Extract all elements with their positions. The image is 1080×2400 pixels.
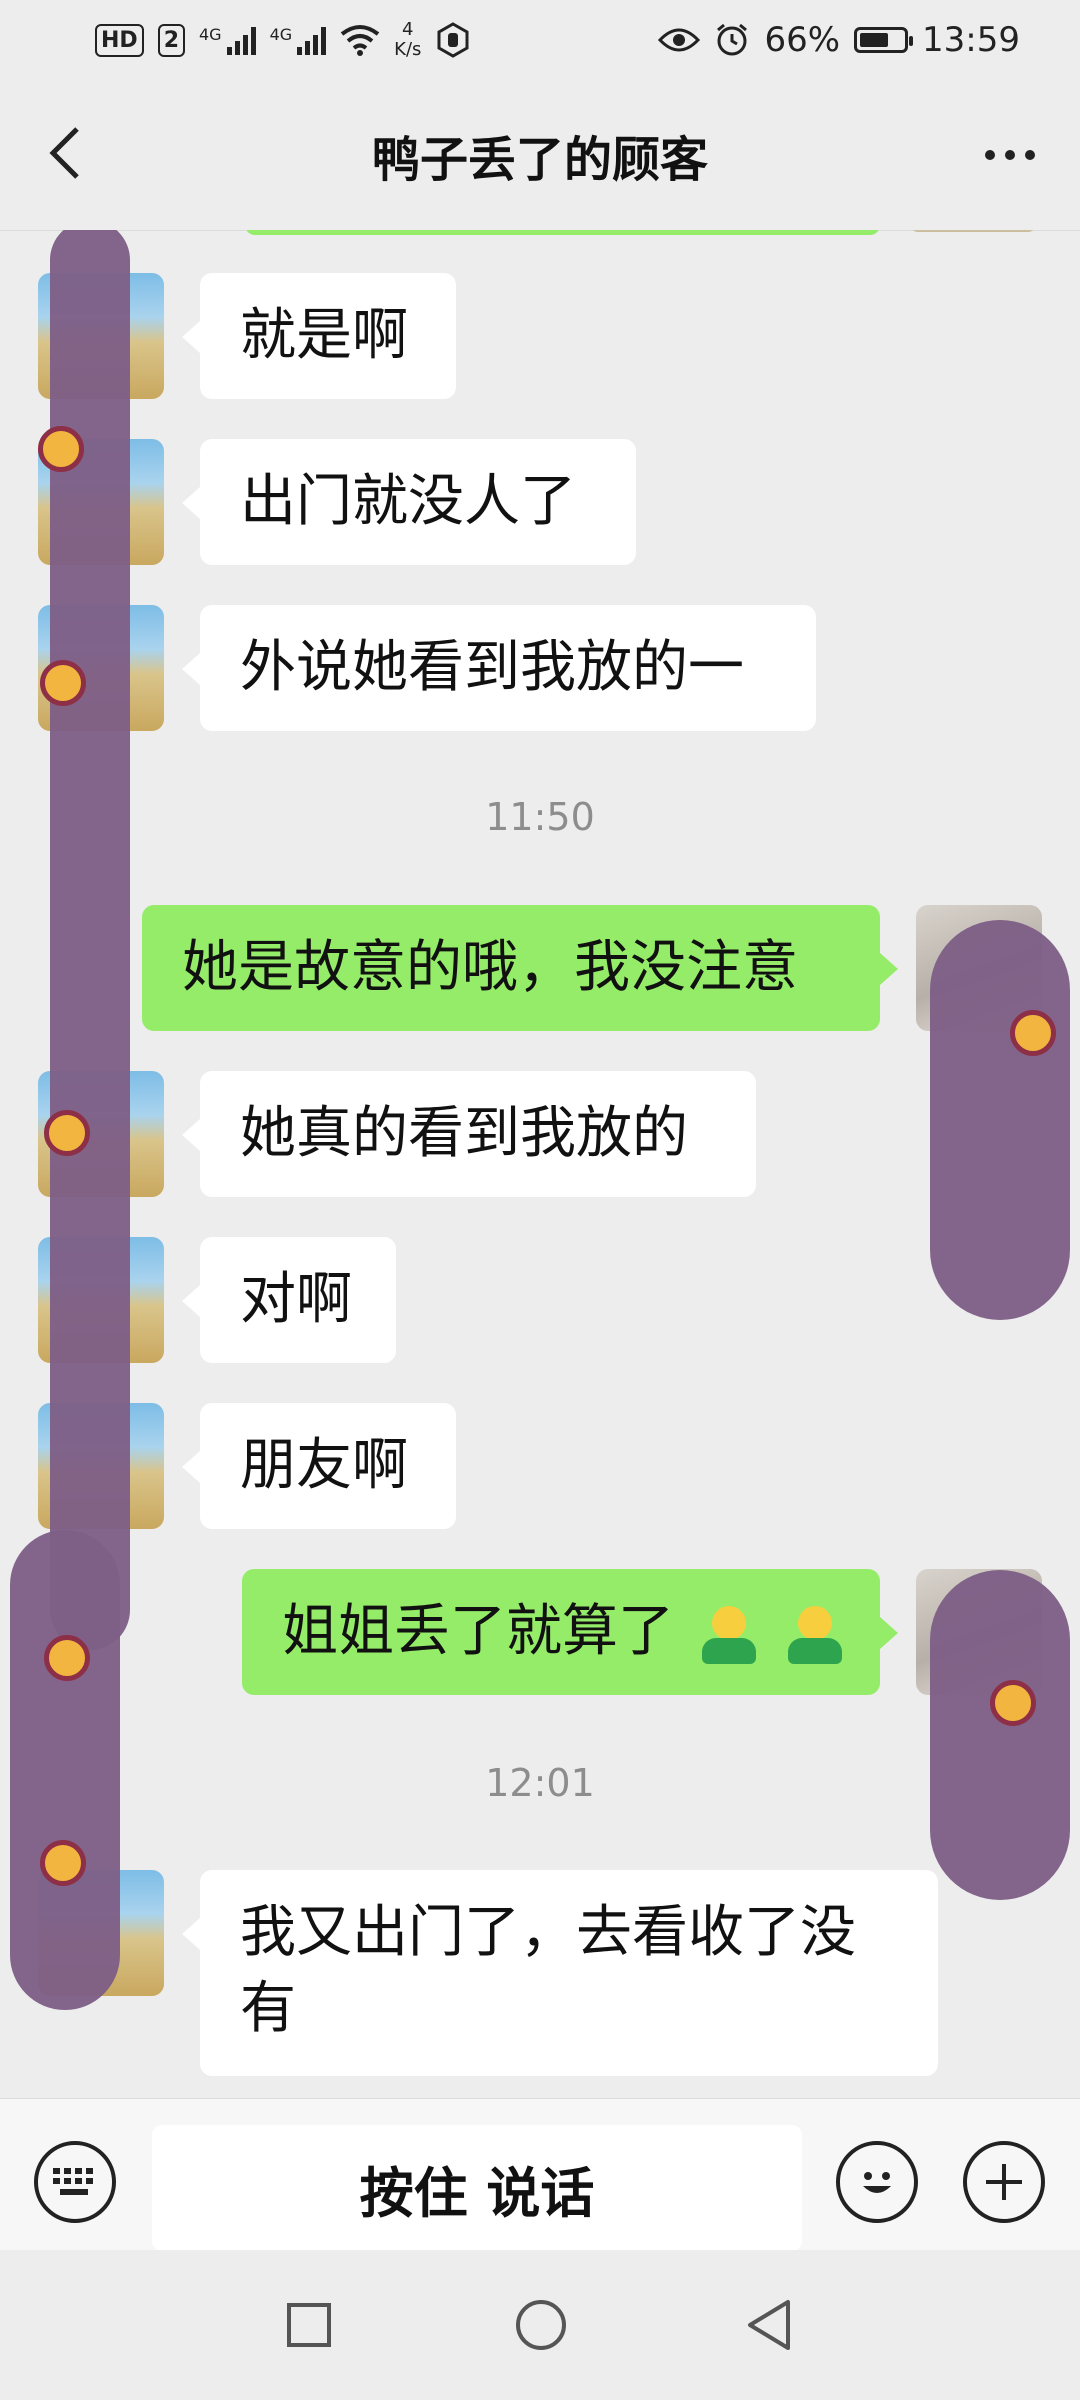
back-button[interactable] <box>30 118 100 188</box>
message-text: 朋友啊 <box>240 1433 408 1498</box>
hold-to-talk-label: 按住 说话 <box>359 2161 595 2225</box>
signal-icon: 4G <box>270 25 327 55</box>
redaction-scribble <box>930 920 1070 1320</box>
more-options-button[interactable] <box>970 120 1050 190</box>
more-dots-icon <box>985 150 1035 160</box>
message-list[interactable]: 就是啊 出门就没人了 外说她看到我放的一 11:50 她是故意的哦，我没注意 她… <box>0 230 1080 2098</box>
message-text: 我又出门了，去看收了没有 <box>240 1900 856 2041</box>
person-emoji-icon <box>698 1604 760 1666</box>
status-bar: HD 2 4G 4G 4 K/s 66% 13:59 <box>0 0 1080 80</box>
battery-icon <box>854 27 914 53</box>
message-text: 她是故意的哦，我没注意 <box>182 935 798 1000</box>
status-left: HD 2 4G 4G 4 K/s <box>95 20 471 60</box>
outgoing-bubble-partial <box>245 230 880 235</box>
message-bubble-incoming[interactable]: 出门就没人了 <box>182 439 636 565</box>
hand-icon <box>437 22 469 58</box>
signal-icon: 4G <box>199 25 256 55</box>
redaction-scribble <box>930 1570 1070 1900</box>
recent-apps-button[interactable] <box>274 2290 344 2360</box>
doodle-virus-icon <box>44 1635 90 1681</box>
circle-icon <box>516 2300 566 2350</box>
emoji-button[interactable] <box>836 2141 918 2223</box>
keyboard-icon <box>53 2168 93 2195</box>
message-bubble-incoming[interactable]: 外说她看到我放的一 <box>182 605 816 731</box>
message-text: 外说她看到我放的一 <box>240 635 744 700</box>
message-bubble-outgoing[interactable]: 她是故意的哦，我没注意 <box>142 905 898 1031</box>
message-text: 就是啊 <box>240 303 408 368</box>
chat-header: 鸭子丢了的顾客 <box>0 80 1080 231</box>
net-speed: 4 K/s <box>394 20 421 60</box>
hd-badge: HD <box>95 23 144 57</box>
doodle-virus-icon <box>44 1110 90 1156</box>
redaction-scribble <box>10 1530 120 2010</box>
network-type-label: 4G <box>199 25 222 44</box>
message-bubble-incoming[interactable]: 我又出门了，去看收了没有 <box>182 1870 938 2076</box>
message-text: 她真的看到我放的 <box>240 1101 688 1166</box>
net-speed-value: 4 <box>402 19 414 40</box>
system-nav-bar <box>0 2250 1080 2400</box>
status-right: 66% 13:59 <box>658 20 1020 60</box>
doodle-virus-icon <box>38 426 84 472</box>
battery-percent: 66% <box>764 20 841 60</box>
chevron-left-icon <box>49 127 79 179</box>
message-text: 对啊 <box>240 1267 352 1332</box>
avatar-self-partial <box>910 230 1036 232</box>
eye-icon <box>658 28 701 52</box>
message-text: 出门就没人了 <box>240 469 576 534</box>
hold-to-talk-button[interactable]: 按住 说话 <box>152 2125 802 2251</box>
message-bubble-incoming[interactable]: 朋友啊 <box>182 1403 456 1529</box>
message-text: 姐姐丢了就算了 <box>282 1599 674 1664</box>
square-icon <box>287 2303 331 2347</box>
sim-slot-badge: 2 <box>157 23 185 57</box>
doodle-virus-icon <box>40 660 86 706</box>
person-emoji-icon <box>784 1604 846 1666</box>
status-time: 13:59 <box>922 20 1020 60</box>
more-functions-button[interactable] <box>963 2141 1045 2223</box>
timestamp: 12:01 <box>485 1761 595 1805</box>
wifi-icon <box>340 25 380 56</box>
home-button[interactable] <box>506 2290 576 2360</box>
keyboard-toggle-button[interactable] <box>34 2141 116 2223</box>
triangle-back-icon <box>748 2300 790 2350</box>
nav-back-button[interactable] <box>734 2290 804 2360</box>
doodle-virus-icon <box>990 1680 1036 1726</box>
message-bubble-incoming[interactable]: 就是啊 <box>182 273 456 399</box>
alarm-icon <box>717 23 748 56</box>
message-bubble-incoming[interactable]: 对啊 <box>182 1237 396 1363</box>
doodle-virus-icon <box>40 1840 86 1886</box>
timestamp: 11:50 <box>485 795 595 839</box>
network-type-label: 4G <box>269 25 293 44</box>
smiley-icon <box>863 2172 891 2193</box>
net-speed-unit: K/s <box>394 39 422 60</box>
plus-icon <box>986 2164 1022 2200</box>
chat-title: 鸭子丢了的顾客 <box>371 132 708 188</box>
message-bubble-incoming[interactable]: 她真的看到我放的 <box>182 1071 756 1197</box>
doodle-virus-icon <box>1010 1010 1056 1056</box>
input-bar: 按住 说话 <box>0 2098 1080 2251</box>
message-bubble-outgoing[interactable]: 姐姐丢了就算了 <box>242 1569 898 1695</box>
